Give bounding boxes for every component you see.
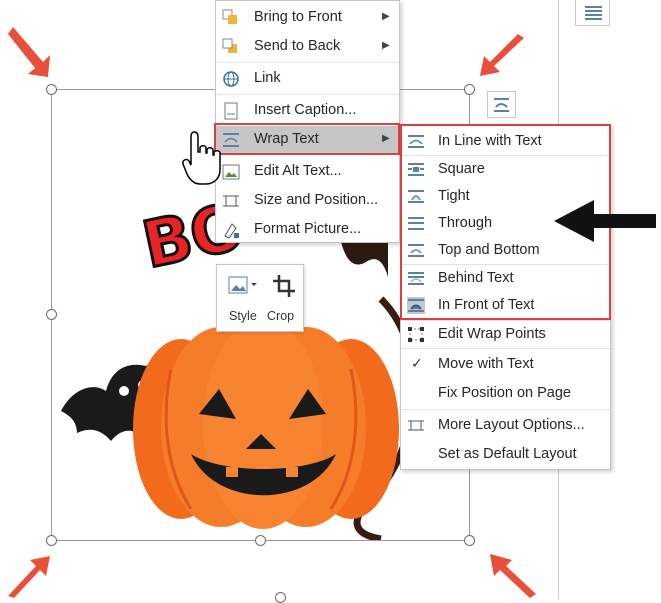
layout-icon (585, 6, 602, 20)
fix-position-on-page-option[interactable]: Fix Position on Page (401, 380, 610, 407)
wrap-text-highlight-box (214, 123, 400, 155)
menu-separator (402, 348, 610, 349)
menu-item-send-to-back[interactable]: Send to Back ▶ (216, 33, 399, 61)
menu-item-link[interactable]: Link (216, 65, 399, 93)
format-picture-icon (224, 223, 239, 239)
picture-style-icon (228, 276, 257, 294)
wrap-option-label: Set as Default Layout (438, 446, 577, 462)
menu-item-insert-caption[interactable]: Insert Caption... (216, 97, 399, 125)
bring-to-front-icon (222, 9, 237, 24)
submenu-arrow-icon: ▶ (382, 40, 390, 51)
resize-handle-top-left[interactable] (46, 84, 57, 95)
resize-handle-top-right[interactable] (464, 84, 475, 95)
wrap-option-label: Edit Wrap Points (438, 326, 546, 342)
menu-separator (217, 94, 399, 95)
layout-options-button[interactable] (487, 91, 516, 118)
submenu-arrow-icon: ▶ (382, 11, 390, 22)
top-right-layout-button[interactable] (575, 0, 610, 26)
crop-button[interactable]: Crop (265, 271, 301, 327)
wrap-option-label: Move with Text (438, 356, 534, 372)
resize-handle-middle-left[interactable] (46, 309, 57, 320)
set-as-default-layout[interactable]: Set as Default Layout (401, 441, 610, 468)
link-icon (223, 71, 239, 87)
pointer-arrow (554, 200, 656, 242)
corner-arrow-bottom-right (490, 554, 536, 598)
edit-wrap-points-icon (408, 327, 424, 342)
menu-item-size-and-position[interactable]: Size and Position... (216, 187, 399, 215)
checkmark-icon: ✓ (411, 355, 423, 371)
insert-caption-icon (224, 102, 238, 120)
style-label: Style (229, 309, 257, 323)
mini-toolbar: Style Crop (216, 264, 304, 332)
menu-separator (402, 409, 610, 410)
layout-options-icon (494, 98, 509, 112)
wrap-option-label: Fix Position on Page (438, 385, 571, 401)
crop-icon (273, 275, 295, 297)
move-with-text-option[interactable]: ✓ Move with Text (401, 351, 610, 378)
size-position-icon (223, 195, 239, 207)
resize-handle-bottom-right[interactable] (464, 535, 475, 546)
hand-cursor-icon (182, 131, 221, 185)
resize-handle-bottom-left[interactable] (46, 535, 57, 546)
wrap-option-label: More Layout Options... (438, 417, 585, 433)
resize-handle-bottom-edge[interactable] (275, 592, 286, 603)
menu-item-format-picture[interactable]: Format Picture... (216, 216, 399, 244)
menu-item-label: Bring to Front (254, 9, 342, 25)
alt-text-icon (222, 164, 240, 180)
resize-handle-bottom-middle[interactable] (255, 535, 266, 546)
edit-wrap-points[interactable]: Edit Wrap Points (401, 321, 610, 348)
corner-arrow-top-right (480, 34, 524, 76)
more-layout-options[interactable]: More Layout Options... (401, 412, 610, 439)
corner-arrow-top-left (8, 27, 50, 77)
menu-item-label: Insert Caption... (254, 102, 357, 118)
menu-item-label: Format Picture... (254, 221, 362, 237)
crop-label: Crop (267, 309, 295, 323)
menu-item-label: Send to Back (254, 38, 341, 54)
send-to-back-icon (222, 38, 237, 53)
more-layout-options-icon (408, 420, 424, 431)
menu-item-label: Link (254, 70, 281, 86)
style-button[interactable]: Style (223, 271, 261, 327)
menu-item-label: Edit Alt Text... (254, 163, 342, 179)
menu-item-bring-to-front[interactable]: Bring to Front ▶ (216, 4, 399, 32)
menu-item-label: Size and Position... (254, 192, 379, 208)
menu-separator (217, 62, 399, 63)
context-menu: Bring to Front ▶ Send to Back ▶ Link Ins… (215, 0, 400, 243)
corner-arrow-bottom-left (8, 556, 50, 598)
menu-item-edit-alt-text[interactable]: Edit Alt Text... (216, 158, 399, 186)
